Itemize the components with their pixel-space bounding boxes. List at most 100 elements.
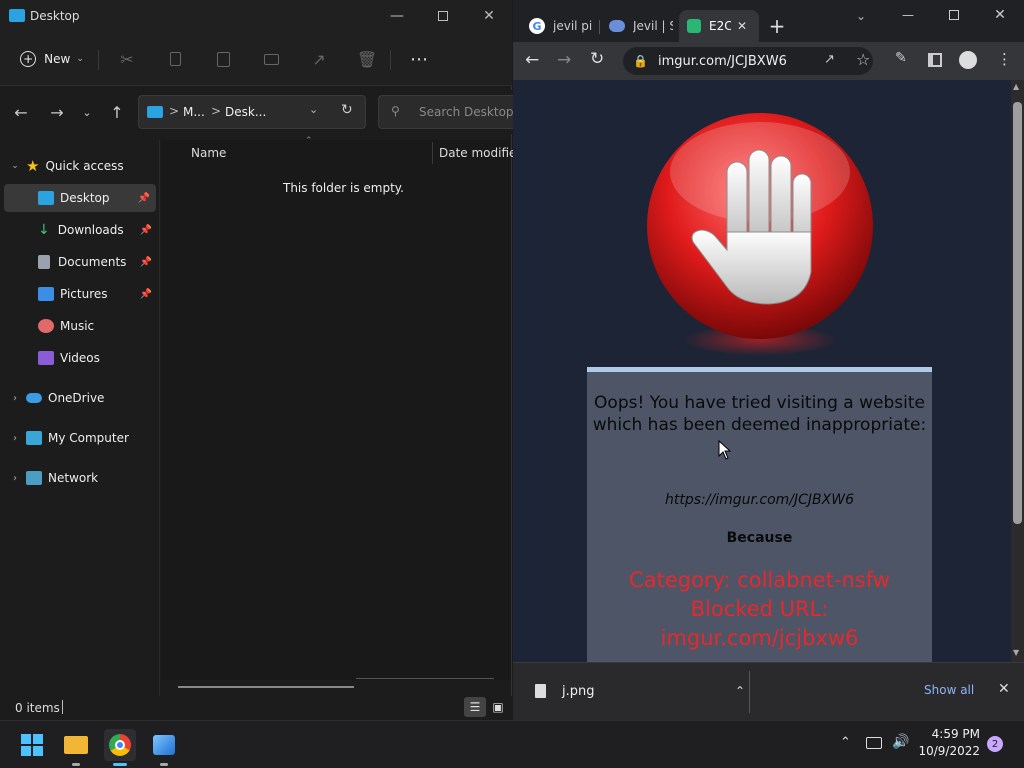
pin-icon[interactable]: 📌 bbox=[140, 225, 152, 236]
expand-chevron-icon[interactable]: › bbox=[4, 433, 26, 444]
active-indicator bbox=[113, 763, 127, 766]
minimize-button[interactable]: — bbox=[374, 0, 420, 32]
tab-google[interactable]: G jevil pi bbox=[521, 10, 601, 42]
show-hidden-icons-chevron-icon[interactable]: ⌃ bbox=[840, 735, 851, 750]
my-computer-label: My Computer bbox=[48, 431, 129, 445]
delete-button[interactable]: 🗑 bbox=[352, 44, 382, 74]
vertical-scrollbar[interactable]: ▲ ▼ bbox=[1011, 80, 1024, 662]
breadcrumb-separator: > bbox=[169, 104, 180, 118]
column-divider[interactable] bbox=[432, 142, 433, 164]
menu-icon[interactable]: ⋮ bbox=[997, 50, 1012, 68]
explorer-titlebar[interactable]: Desktop — ✕ bbox=[0, 0, 512, 32]
refresh-icon[interactable]: ↻ bbox=[341, 102, 353, 118]
quick-access-item[interactable]: ⌄ ★ Quick access bbox=[0, 152, 158, 180]
side-panel-icon[interactable] bbox=[928, 53, 942, 67]
lock-icon[interactable]: 🔒 bbox=[633, 54, 648, 68]
new-tab-button[interactable]: + bbox=[765, 14, 789, 38]
minimize-icon: — bbox=[902, 8, 914, 22]
share-icon[interactable]: ↗ bbox=[824, 52, 835, 67]
sidebar-item-desktop[interactable]: Desktop 📌 bbox=[4, 184, 156, 212]
volume-icon[interactable]: 🔊 bbox=[892, 734, 909, 750]
show-all-button[interactable]: Show all bbox=[924, 683, 974, 697]
details-view-button[interactable]: ☰ bbox=[464, 697, 486, 717]
explorer-command-bar: + New ⌄ ✂ ↗ 🗑 ⋯ bbox=[0, 32, 512, 86]
close-icon: ✕ bbox=[483, 8, 495, 24]
item-count: 0 items bbox=[15, 701, 60, 715]
column-header-date-modified[interactable]: Date modified bbox=[439, 146, 524, 160]
cut-button[interactable]: ✂ bbox=[112, 44, 142, 74]
sidebar-item-videos[interactable]: Videos bbox=[0, 344, 158, 372]
new-button[interactable]: + New ⌄ bbox=[14, 44, 90, 74]
tab-e2c-active[interactable]: E2C ✕ bbox=[679, 10, 759, 42]
file-explorer-window: Desktop — ✕ + New ⌄ ✂ ↗ 🗑 ⋯ ← → ⌄ ↑ > M.… bbox=[0, 0, 524, 720]
sidebar-item-music[interactable]: Music bbox=[0, 312, 158, 340]
url-text[interactable]: imgur.com/JCJBXW6 bbox=[658, 54, 787, 69]
recent-locations-button[interactable]: ⌄ bbox=[72, 90, 102, 134]
windows-logo-icon bbox=[21, 734, 43, 756]
paste-button[interactable] bbox=[208, 44, 238, 74]
up-button[interactable]: ↑ bbox=[102, 90, 132, 134]
taskbar-chrome[interactable] bbox=[104, 729, 136, 761]
forward-button[interactable]: → bbox=[42, 90, 72, 134]
profile-avatar-icon[interactable] bbox=[959, 51, 977, 69]
scroll-up-arrow-icon[interactable]: ▲ bbox=[1013, 82, 1019, 91]
start-button[interactable] bbox=[16, 729, 48, 761]
chevron-down-icon[interactable]: ⌄ bbox=[309, 103, 318, 116]
block-category: Category: collabnet-nsfw bbox=[629, 568, 890, 592]
back-button[interactable]: ← bbox=[6, 90, 36, 134]
chevron-up-icon[interactable]: ⌃ bbox=[735, 684, 745, 698]
taskbar-photos[interactable] bbox=[148, 729, 180, 761]
scroll-down-arrow-icon[interactable]: ▼ bbox=[1013, 648, 1019, 657]
search-input[interactable]: Search Desktop bbox=[419, 105, 514, 119]
back-button[interactable]: ← bbox=[525, 50, 539, 70]
breadcrumb-item[interactable]: M... bbox=[183, 105, 205, 119]
search-box[interactable]: ⚲ Search Desktop bbox=[378, 95, 518, 129]
expand-chevron-icon[interactable]: ⌄ bbox=[4, 161, 26, 171]
close-button[interactable]: ✕ bbox=[985, 4, 1015, 26]
extensions-icon[interactable]: ✎ bbox=[895, 50, 907, 66]
taskbar-file-explorer[interactable] bbox=[60, 729, 92, 761]
expand-chevron-icon[interactable]: › bbox=[4, 473, 26, 484]
sidebar-item-downloads[interactable]: ↓ Downloads 📌 bbox=[0, 216, 158, 244]
sidebar-item-my-computer[interactable]: › My Computer bbox=[0, 424, 158, 452]
tiles-view-button[interactable]: ▣ bbox=[488, 697, 508, 717]
sidebar-item-pictures[interactable]: Pictures 📌 bbox=[0, 280, 158, 308]
sidebar-item-network[interactable]: › Network bbox=[0, 464, 158, 492]
column-header-name[interactable]: Name bbox=[191, 146, 226, 160]
close-button[interactable]: ✕ bbox=[466, 0, 512, 32]
search-icon: ⚲ bbox=[391, 104, 400, 118]
tab-jevil[interactable]: Jevil | S bbox=[601, 10, 679, 42]
more-options-button[interactable]: ⋯ bbox=[404, 44, 434, 74]
scrollbar-thumb[interactable] bbox=[1013, 102, 1022, 524]
bookmark-star-icon[interactable]: ☆ bbox=[856, 50, 870, 69]
breadcrumb-item[interactable]: Desk... bbox=[225, 105, 266, 119]
notification-badge[interactable]: 2 bbox=[987, 736, 1003, 752]
maximize-button[interactable] bbox=[939, 4, 969, 26]
copy-button[interactable] bbox=[160, 44, 190, 74]
download-item[interactable]: j.png ⌃ bbox=[527, 673, 747, 709]
network-icon[interactable] bbox=[866, 737, 882, 749]
expand-chevron-icon[interactable]: › bbox=[4, 393, 26, 404]
clock[interactable]: 4:59 PM 10/9/2022 bbox=[914, 727, 980, 763]
forward-button[interactable]: → bbox=[557, 50, 571, 70]
tiles-view-icon: ▣ bbox=[492, 700, 504, 714]
tab-close-icon[interactable]: ✕ bbox=[737, 19, 747, 33]
horizontal-scrollbar[interactable] bbox=[178, 686, 354, 688]
pin-icon[interactable]: 📌 bbox=[140, 257, 152, 268]
reload-button[interactable]: ↻ bbox=[590, 49, 604, 69]
address-bar[interactable]: > M... > Desk... ⌄ ↻ bbox=[138, 95, 366, 129]
sidebar-item-documents[interactable]: Documents 📌 bbox=[0, 248, 158, 276]
maximize-button[interactable] bbox=[420, 0, 466, 32]
share-button[interactable]: ↗ bbox=[304, 44, 334, 74]
time-text: 4:59 PM bbox=[931, 727, 980, 741]
omnibox[interactable]: 🔒 imgur.com/JCJBXW6 bbox=[623, 47, 873, 75]
minimize-button[interactable]: — bbox=[893, 4, 923, 26]
close-shelf-icon[interactable]: ✕ bbox=[998, 681, 1010, 697]
file-list-pane[interactable]: ⌃ Name Date modified This folder is empt… bbox=[161, 136, 524, 688]
computer-icon bbox=[26, 431, 42, 445]
tab-search-button[interactable]: ⌄ bbox=[849, 6, 873, 26]
sidebar-item-onedrive[interactable]: › OneDrive bbox=[0, 384, 158, 412]
rename-button[interactable] bbox=[256, 44, 286, 74]
pin-icon[interactable]: 📌 bbox=[140, 289, 152, 300]
pin-icon[interactable]: 📌 bbox=[138, 193, 150, 204]
